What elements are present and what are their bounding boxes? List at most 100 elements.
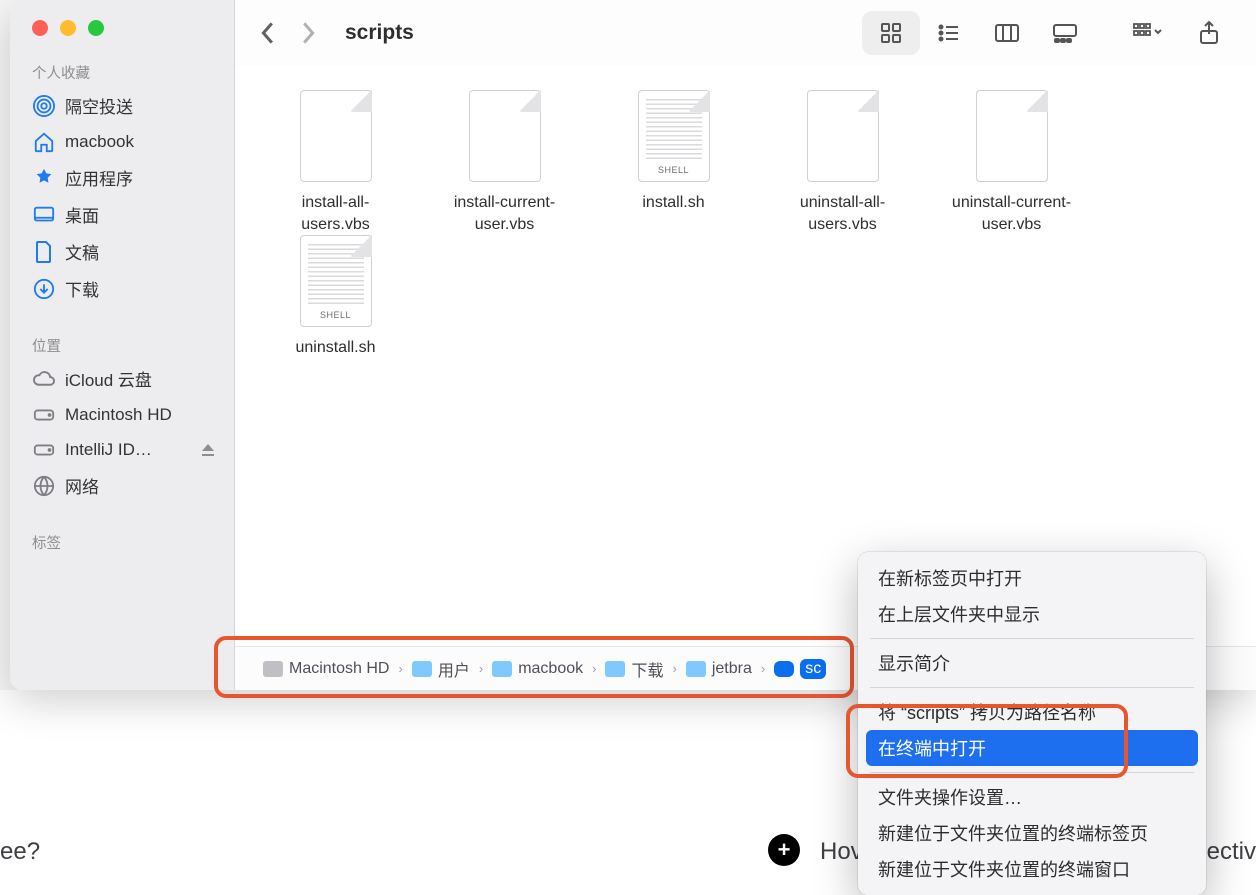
sidebar-item-documents[interactable]: 文稿 <box>10 233 234 270</box>
breadcrumb-item[interactable]: Macintosh HD <box>263 660 389 678</box>
chevron-icon: › <box>589 661 599 676</box>
eject-icon[interactable] <box>200 442 216 458</box>
sidebar-item-icloud[interactable]: iCloud 云盘 <box>10 360 234 397</box>
plus-fab[interactable]: + <box>768 834 800 866</box>
file-icon <box>807 90 879 182</box>
chevron-icon: › <box>476 661 486 676</box>
menu-separator <box>870 687 1194 688</box>
breadcrumb-label: macbook <box>518 660 583 678</box>
sidebar-section-favorites: 个人收藏 <box>10 58 234 87</box>
sidebar-item-downloads[interactable]: 下载 <box>10 270 234 307</box>
file-name-label: uninstall.sh <box>295 337 375 359</box>
sidebar-section-tags: 标签 <box>10 528 234 557</box>
chevron-icon: › <box>395 661 405 676</box>
applications-icon <box>32 166 55 189</box>
file-name-label: install-all-users.vbs <box>301 192 369 235</box>
view-switcher <box>862 11 1094 55</box>
sidebar-item-label: 下载 <box>65 276 99 301</box>
window-controls <box>10 18 234 58</box>
home-icon <box>32 130 55 153</box>
backdrop-text-tail: ectiv <box>1207 838 1256 866</box>
sidebar-item-network[interactable]: 网络 <box>10 467 234 504</box>
chevron-icon: › <box>758 661 768 676</box>
sidebar-item-label: iCloud 云盘 <box>65 366 152 391</box>
file-kind-tag: SHELL <box>639 165 709 175</box>
sidebar-item-label: macbook <box>65 132 134 152</box>
desktop-icon <box>32 203 55 226</box>
folder-icon <box>492 661 512 677</box>
group-button[interactable] <box>1118 11 1176 55</box>
file-name-label: uninstall-all-users.vbs <box>800 192 885 235</box>
folder-icon <box>686 661 706 677</box>
view-columns-button[interactable] <box>978 11 1036 55</box>
menu-separator <box>870 772 1194 773</box>
file-icon <box>300 90 372 182</box>
context-menu-item[interactable]: 新建位于文件夹位置的终端窗口 <box>858 851 1206 887</box>
view-gallery-button[interactable] <box>1036 11 1094 55</box>
context-menu-item[interactable]: 将 “scripts” 拷贝为路径名称 <box>858 694 1206 730</box>
disk-icon <box>263 661 283 677</box>
file-item[interactable]: uninstall-all-users.vbs <box>760 90 925 235</box>
file-item[interactable]: uninstall-current-user.vbs <box>929 90 1094 235</box>
breadcrumb-item[interactable]: sc <box>774 659 826 679</box>
context-menu-item[interactable]: 在上层文件夹中显示 <box>858 596 1206 632</box>
airdrop-icon <box>32 94 55 117</box>
sidebar-item-home[interactable]: macbook <box>10 124 234 159</box>
toolbar: scripts <box>235 0 1256 66</box>
zoom-button[interactable] <box>88 20 104 36</box>
document-icon <box>32 240 55 263</box>
file-item[interactable]: install-current-user.vbs <box>422 90 587 235</box>
forward-button[interactable] <box>301 21 317 45</box>
sidebar-item-airdrop[interactable]: 隔空投送 <box>10 87 234 124</box>
breadcrumb-item[interactable]: jetbra <box>686 660 752 678</box>
disk-icon <box>32 403 55 426</box>
sidebar-item-desktop[interactable]: 桌面 <box>10 196 234 233</box>
sidebar-item-macintosh-hd[interactable]: Macintosh HD <box>10 397 234 432</box>
breadcrumb-label: 下载 <box>631 657 663 681</box>
minimize-button[interactable] <box>60 20 76 36</box>
view-icons-button[interactable] <box>862 11 920 55</box>
context-menu: 在新标签页中打开在上层文件夹中显示显示简介将 “scripts” 拷贝为路径名称… <box>858 552 1206 895</box>
file-item[interactable]: SHELL uninstall.sh <box>253 235 418 359</box>
breadcrumb-item[interactable]: 下载 <box>605 657 663 681</box>
context-menu-item[interactable]: 在终端中打开 <box>866 730 1198 766</box>
sidebar-item-label: 应用程序 <box>65 165 133 190</box>
file-name-label: install-current-user.vbs <box>454 192 555 235</box>
file-icon <box>976 90 1048 182</box>
breadcrumb-item[interactable]: 用户 <box>412 657 470 681</box>
icloud-icon <box>32 367 55 390</box>
sidebar-item-label: Macintosh HD <box>65 405 172 425</box>
sidebar-item-label: 网络 <box>65 473 99 498</box>
file-item[interactable]: SHELL install.sh <box>591 90 756 235</box>
file-name-label: install.sh <box>642 192 704 214</box>
close-button[interactable] <box>32 20 48 36</box>
breadcrumb-item[interactable]: macbook <box>492 660 583 678</box>
share-button[interactable] <box>1180 11 1238 55</box>
download-icon <box>32 277 55 300</box>
breadcrumb-label: sc <box>800 659 826 679</box>
sidebar-item-applications[interactable]: 应用程序 <box>10 159 234 196</box>
breadcrumb-label: Macintosh HD <box>289 660 389 678</box>
disk-icon <box>32 438 55 461</box>
sidebar-item-label: 文稿 <box>65 239 99 264</box>
context-menu-item[interactable]: 新建位于文件夹位置的终端标签页 <box>858 815 1206 851</box>
file-item[interactable]: install-all-users.vbs <box>253 90 418 235</box>
nav-buttons <box>253 21 345 45</box>
sidebar-item-label: IntelliJ ID… <box>65 440 152 460</box>
folder-icon <box>412 661 432 677</box>
menu-separator <box>870 638 1194 639</box>
context-menu-item[interactable]: 在新标签页中打开 <box>858 560 1206 596</box>
shell-file-icon: SHELL <box>638 90 710 182</box>
sidebar-section-locations: 位置 <box>10 331 234 360</box>
sidebar-item-intellij[interactable]: IntelliJ ID… <box>10 432 234 467</box>
breadcrumb-label: 用户 <box>438 657 470 681</box>
back-button[interactable] <box>259 21 275 45</box>
backdrop-text-left: ee? <box>0 838 40 866</box>
file-name-label: uninstall-current-user.vbs <box>952 192 1071 235</box>
context-menu-item[interactable]: 显示简介 <box>858 645 1206 681</box>
backdrop-text-right: Hov <box>820 838 863 866</box>
context-menu-item[interactable]: 文件夹操作设置… <box>858 779 1206 815</box>
view-list-button[interactable] <box>920 11 978 55</box>
chevron-icon: › <box>669 661 679 676</box>
file-kind-tag: SHELL <box>301 310 371 320</box>
